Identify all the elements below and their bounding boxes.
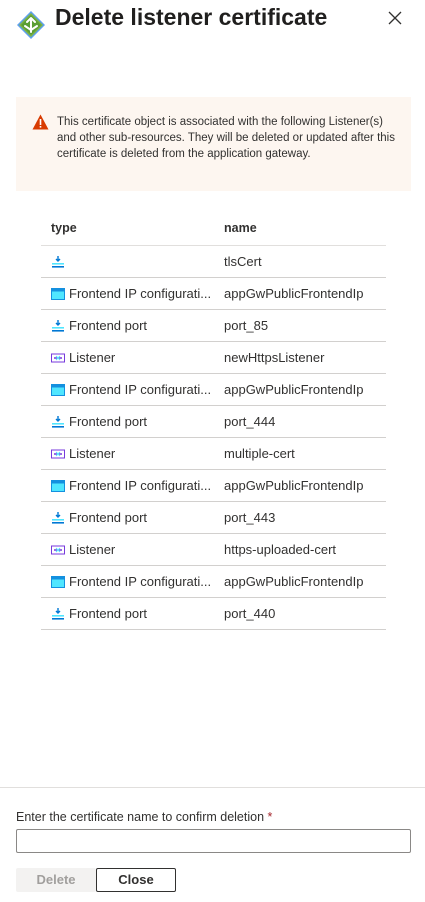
confirm-label-text: Enter the certificate name to confirm de… — [16, 810, 265, 824]
table-row: Frontend IP configurati... appGwPublicFro… — [41, 278, 386, 310]
port-icon — [51, 511, 65, 525]
table-row: Frontend IP configurati... appGwPublicFro… — [41, 470, 386, 502]
frontend-ip-icon — [51, 575, 65, 589]
table-row: Frontend port port_444 — [41, 406, 386, 438]
required-mark: * — [267, 810, 273, 824]
listener-icon — [51, 447, 65, 461]
listener-icon — [51, 351, 65, 365]
row-type: Frontend port — [69, 510, 148, 525]
application-gateway-icon — [17, 11, 45, 39]
table-row: Frontend port port_85 — [41, 310, 386, 342]
page-title: Delete listener certificate — [55, 4, 328, 30]
warning-banner: This certificate object is associated wi… — [16, 97, 411, 191]
row-name: appGwPublicFrontendIp — [224, 478, 364, 493]
row-type: Frontend IP configurati... — [69, 574, 212, 589]
row-name: https-uploaded-cert — [224, 542, 337, 557]
row-type: Frontend port — [69, 318, 148, 333]
panel-header: Delete listener certificate — [0, 0, 425, 40]
port-icon — [51, 319, 65, 333]
table-row: tlsCert — [41, 246, 386, 278]
row-name: multiple-cert — [224, 446, 295, 461]
row-type: Listener — [69, 446, 116, 461]
table-row: Listener https-uploaded-cert — [41, 534, 386, 566]
row-type: Listener — [69, 350, 116, 365]
column-header-name: name — [224, 221, 257, 235]
row-name: appGwPublicFrontendIp — [224, 382, 364, 397]
table-row: Listener multiple-cert — [41, 438, 386, 470]
frontend-ip-icon — [51, 479, 65, 493]
row-type: Frontend IP configurati... — [69, 478, 212, 493]
row-name: tlsCert — [224, 254, 262, 269]
footer-divider — [0, 787, 425, 788]
associated-resources-table: type name tlsCert Frontend IP configurati… — [41, 212, 386, 630]
row-name: port_85 — [224, 318, 269, 333]
table-row: Frontend IP configurati... appGwPublicFro… — [41, 374, 386, 406]
table-row: Frontend port port_440 — [41, 598, 386, 630]
table-row: Frontend IP configurati... appGwPublicFro… — [41, 566, 386, 598]
port-icon — [51, 255, 65, 269]
warning-message: This certificate object is associated wi… — [57, 116, 395, 160]
table-header: type name — [41, 212, 386, 246]
row-type: Frontend port — [69, 414, 148, 429]
row-name: port_440 — [224, 606, 276, 621]
column-header-type: type — [51, 221, 77, 235]
certificate-name-input[interactable] — [16, 829, 411, 853]
warning-icon — [32, 114, 49, 130]
row-type: Frontend IP configurati... — [69, 382, 212, 397]
delete-button[interactable]: Delete — [16, 868, 96, 892]
port-icon — [51, 415, 65, 429]
frontend-ip-icon — [51, 383, 65, 397]
row-name: port_444 — [224, 414, 276, 429]
table-row: Listener newHttpsListener — [41, 342, 386, 374]
row-name: appGwPublicFrontendIp — [224, 286, 364, 301]
port-icon — [51, 607, 65, 621]
row-type: Listener — [69, 542, 116, 557]
confirm-label: Enter the certificate name to confirm de… — [16, 810, 272, 824]
row-name: appGwPublicFrontendIp — [224, 574, 364, 589]
row-type: Frontend port — [69, 606, 148, 621]
row-name: port_443 — [224, 510, 276, 525]
close-button[interactable]: Close — [96, 868, 176, 892]
listener-icon — [51, 543, 65, 557]
row-type: Frontend IP configurati... — [69, 286, 212, 301]
table-row: Frontend port port_443 — [41, 502, 386, 534]
close-icon[interactable] — [384, 7, 406, 29]
frontend-ip-icon — [51, 287, 65, 301]
row-name: newHttpsListener — [224, 350, 325, 365]
